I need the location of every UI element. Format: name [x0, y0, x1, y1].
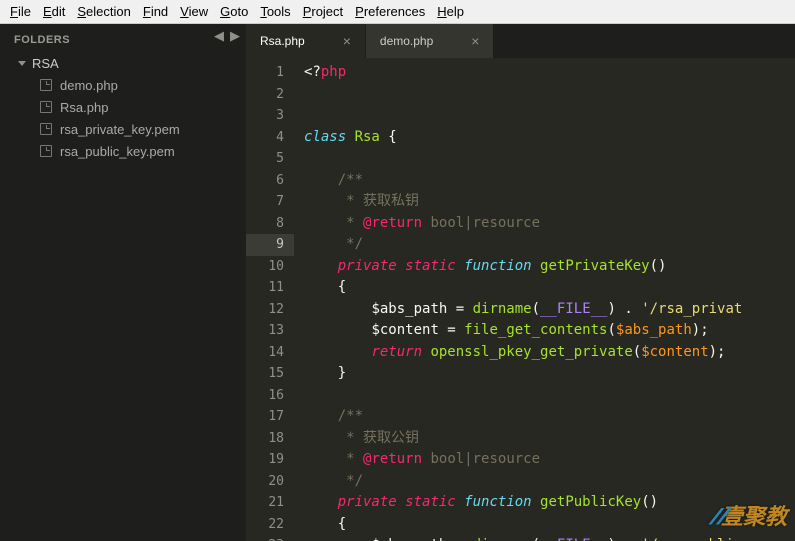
line-number: 15	[246, 363, 284, 385]
editor-area: Rsa.php×demo.php× 1234567891011121314151…	[246, 24, 795, 541]
file-icon	[40, 145, 52, 157]
nav-left-icon[interactable]: ◀	[214, 28, 224, 44]
menu-help[interactable]: Help	[431, 4, 470, 19]
code-line: * @return bool|resource	[304, 449, 795, 471]
line-number: 1	[246, 62, 284, 84]
line-number: 5	[246, 148, 284, 170]
nav-right-icon[interactable]: ▶	[230, 28, 240, 44]
code-line: return openssl_pkey_get_private($content…	[304, 342, 795, 364]
file-label: rsa_private_key.pem	[60, 122, 180, 137]
file-label: Rsa.php	[60, 100, 108, 115]
menu-edit[interactable]: Edit	[37, 4, 71, 19]
tab-strip: Rsa.php × demo.php ×	[246, 24, 795, 58]
line-number: 16	[246, 385, 284, 407]
code-line: private static function getPrivateKey()	[304, 256, 795, 278]
code-line	[304, 385, 795, 407]
file-label: demo.php	[60, 78, 118, 93]
sidebar-title: FOLDERS	[0, 24, 246, 52]
file-item[interactable]: rsa_private_key.pem	[0, 118, 246, 140]
folder-open-icon	[18, 61, 26, 66]
file-item[interactable]: rsa_public_key.pem	[0, 140, 246, 162]
line-number: 23	[246, 535, 284, 541]
folder-label: RSA	[32, 56, 59, 71]
code-line: /**	[304, 406, 795, 428]
code-line: $abs_path = dirname(__FILE__) . '/rsa_pu…	[304, 535, 795, 541]
line-number: 18	[246, 428, 284, 450]
tab-demo-php[interactable]: demo.php ×	[366, 24, 495, 58]
menu-goto[interactable]: Goto	[214, 4, 254, 19]
line-number: 11	[246, 277, 284, 299]
code-line: */	[304, 471, 795, 493]
folder-row[interactable]: RSA	[0, 52, 246, 74]
file-icon	[40, 123, 52, 135]
file-item[interactable]: Rsa.php	[0, 96, 246, 118]
line-number: 12	[246, 299, 284, 321]
code-content[interactable]: <?php class Rsa { /** * 获取私钥 * @return b…	[294, 58, 795, 541]
main-area: ◀ ▶ FOLDERS RSA demo.php Rsa.php rsa_priva…	[0, 24, 795, 541]
code-line: $content = file_get_contents($abs_path);	[304, 320, 795, 342]
code-line: $abs_path = dirname(__FILE__) . '/rsa_pr…	[304, 299, 795, 321]
line-number: 3	[246, 105, 284, 127]
line-number: 10	[246, 256, 284, 278]
line-number: 17	[246, 406, 284, 428]
menu-file[interactable]: File	[4, 4, 37, 19]
line-number: 19	[246, 449, 284, 471]
menu-selection[interactable]: Selection	[71, 4, 136, 19]
line-number: 20	[246, 471, 284, 493]
code-line: }	[304, 363, 795, 385]
line-number: 22	[246, 514, 284, 536]
menu-view[interactable]: View	[174, 4, 214, 19]
tab-label: demo.php	[380, 34, 433, 48]
line-number: 9	[246, 234, 294, 256]
file-item[interactable]: demo.php	[0, 74, 246, 96]
line-number: 21	[246, 492, 284, 514]
line-number: 13	[246, 320, 284, 342]
line-number: 2	[246, 84, 284, 106]
file-label: rsa_public_key.pem	[60, 144, 175, 159]
tab-rsa-php[interactable]: Rsa.php ×	[246, 24, 366, 58]
menu-preferences[interactable]: Preferences	[349, 4, 431, 19]
code-line: <?php	[304, 62, 795, 84]
menu-project[interactable]: Project	[297, 4, 349, 19]
line-gutter: 123456789101112131415161718192021222324	[246, 58, 294, 541]
code-line: * @return bool|resource	[304, 213, 795, 235]
close-icon[interactable]: ×	[343, 33, 351, 49]
code-line: */	[304, 234, 795, 256]
close-icon[interactable]: ×	[471, 33, 479, 49]
line-number: 7	[246, 191, 284, 213]
code-line	[304, 84, 795, 106]
line-number: 14	[246, 342, 284, 364]
menu-tools[interactable]: Tools	[254, 4, 296, 19]
code-line: * 获取公钥	[304, 428, 795, 450]
menubar: FileEditSelectionFindViewGotoToolsProjec…	[0, 0, 795, 24]
code-line: /**	[304, 170, 795, 192]
sidebar: ◀ ▶ FOLDERS RSA demo.php Rsa.php rsa_priva…	[0, 24, 246, 541]
tab-label: Rsa.php	[260, 34, 305, 48]
code-line: {	[304, 514, 795, 536]
code-line: private static function getPublicKey()	[304, 492, 795, 514]
line-number: 8	[246, 213, 284, 235]
code-line	[304, 148, 795, 170]
line-number: 6	[246, 170, 284, 192]
file-icon	[40, 79, 52, 91]
menu-find[interactable]: Find	[137, 4, 174, 19]
code-line: class Rsa {	[304, 127, 795, 149]
code-line	[304, 105, 795, 127]
code-editor[interactable]: 123456789101112131415161718192021222324 …	[246, 58, 795, 541]
code-line: * 获取私钥	[304, 191, 795, 213]
line-number: 4	[246, 127, 284, 149]
file-icon	[40, 101, 52, 113]
code-line: {	[304, 277, 795, 299]
